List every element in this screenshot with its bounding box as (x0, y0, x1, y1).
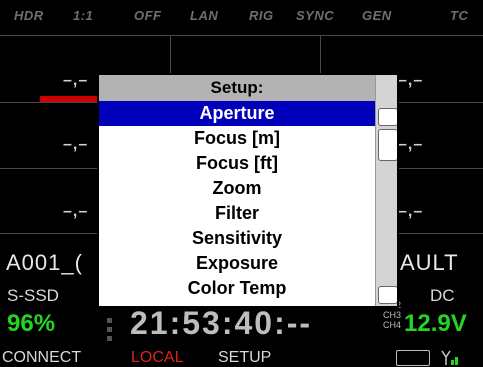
power-label: DC (430, 286, 455, 305)
dialog-title: Setup: (99, 75, 375, 101)
channel-label: CH3 (383, 310, 402, 320)
menu-item-aperture[interactable]: Aperture (99, 101, 375, 126)
clip-name: A001_( (6, 250, 83, 275)
level-meter (40, 96, 98, 102)
dialog-scrollbar[interactable] (375, 75, 397, 306)
lens-value-left: –,– (63, 136, 89, 153)
menu-item-exposure[interactable]: Exposure (99, 251, 375, 276)
lens-value-right: –,– (398, 136, 424, 153)
setup-menu-list: Aperture Focus [m] Focus [ft] Zoom Filte… (99, 101, 375, 301)
setup-menu-item[interactable]: SETUP (218, 349, 271, 367)
menu-item-zoom[interactable]: Zoom (99, 176, 375, 201)
menu-item-filter[interactable]: Filter (99, 201, 375, 226)
status-rig: RIG (249, 8, 274, 23)
grid-line (170, 35, 171, 75)
power-voltage: 12.9V (404, 310, 467, 337)
setup-dialog: Setup: Aperture Focus [m] Focus [ft] Zoo… (97, 73, 399, 308)
antenna-icon (441, 350, 458, 365)
menu-item-sensitivity[interactable]: Sensitivity (99, 226, 375, 251)
lens-value-right: –,– (398, 72, 424, 89)
scroll-thumb[interactable] (378, 129, 397, 161)
connect-menu-item[interactable]: CONNECT (2, 349, 81, 367)
status-aspect: 1:1 (73, 8, 94, 23)
status-hdr: HDR (14, 8, 44, 23)
media-label: S-SSD (7, 286, 59, 305)
menu-item-focus-m[interactable]: Focus [m] (99, 126, 375, 151)
channel-label: CH4 (383, 320, 402, 330)
menu-item-focus-ft[interactable]: Focus [ft] (99, 151, 375, 176)
status-off: OFF (134, 8, 162, 23)
status-tc: TC (450, 8, 469, 23)
lens-value-left: –,– (63, 72, 89, 89)
local-menu-item[interactable]: LOCAL (131, 349, 183, 367)
status-gen: GEN (362, 8, 392, 23)
top-status-bar: HDR 1:1 OFF LAN RIG SYNC GEN TC (0, 0, 483, 34)
scroll-up-button[interactable] (378, 108, 397, 126)
menu-item-color-temp[interactable]: Color Temp (99, 276, 375, 301)
battery-icon (396, 350, 430, 366)
grid-line (0, 35, 483, 36)
grid-line (320, 35, 321, 75)
scroll-down-button[interactable] (378, 286, 397, 304)
status-lan: LAN (190, 8, 219, 23)
media-remaining: 96% (7, 310, 56, 337)
timecode-indicator (107, 318, 113, 345)
lens-value-left: –,– (63, 203, 89, 220)
preset-name: AULT (400, 250, 459, 275)
lens-value-right: –,– (398, 203, 424, 220)
status-sync: SYNC (296, 8, 335, 23)
timecode-display: 21:53:40:-- (130, 305, 313, 341)
